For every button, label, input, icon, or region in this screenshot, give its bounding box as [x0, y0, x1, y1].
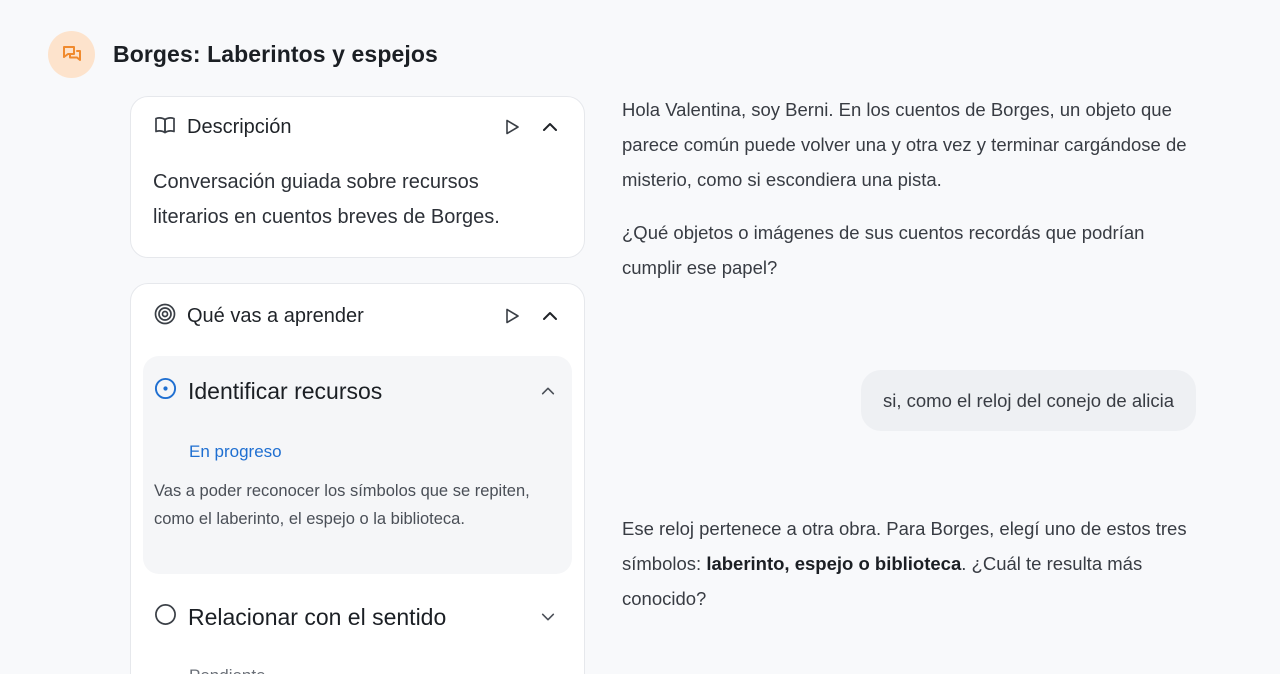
- objective-title: Relacionar con el sentido: [188, 603, 447, 630]
- chat-bubbles-icon: [48, 30, 95, 78]
- objective-description: Vas a poder reconocer los símbolos que s…: [154, 482, 530, 528]
- description-title: Descripción: [187, 115, 292, 138]
- learn-card: Qué vas a aprender Identificar recursos …: [130, 283, 585, 674]
- user-message: si, como el reloj del conejo de alicia: [860, 370, 1196, 431]
- in-progress-circle-icon: [154, 377, 177, 405]
- page-title: Borges: Laberintos y espejos: [113, 40, 438, 67]
- chevron-up-icon: [541, 387, 555, 395]
- expand-objective-button[interactable]: [536, 605, 560, 629]
- status-badge: Pendiente: [189, 666, 266, 674]
- play-description-button[interactable]: [500, 115, 524, 139]
- collapse-description-button[interactable]: [538, 115, 562, 139]
- play-learn-button[interactable]: [500, 304, 524, 328]
- collapse-learn-button[interactable]: [538, 304, 562, 328]
- objective-relacionar-header[interactable]: Relacionar con el sentido: [154, 602, 560, 632]
- chevron-up-icon: [543, 312, 557, 320]
- target-icon: [153, 302, 177, 331]
- pending-circle-icon: [154, 603, 177, 631]
- bot-message-bold: laberinto, espejo o biblioteca: [706, 553, 962, 574]
- learn-title: Qué vas a aprender: [187, 304, 364, 327]
- play-icon: [506, 119, 519, 135]
- learn-header[interactable]: Qué vas a aprender: [153, 302, 562, 330]
- description-card: Descripción Conversación guiada sobre re…: [130, 96, 585, 258]
- page: Borges: Laberintos y espejos Descripción: [0, 0, 1280, 674]
- play-icon: [506, 308, 519, 324]
- bot-message: Ese reloj pertenece a otra obra. Para Bo…: [622, 511, 1202, 616]
- book-open-icon: [153, 113, 177, 142]
- chevron-down-icon: [541, 613, 555, 621]
- objective-identificar-header[interactable]: Identificar recursos: [154, 376, 560, 406]
- status-badge: En progreso: [189, 442, 282, 461]
- objective-title: Identificar recursos: [188, 377, 383, 404]
- bot-message: ¿Qué objetos o imágenes de sus cuentos r…: [622, 222, 1145, 278]
- chevron-up-icon: [543, 123, 557, 131]
- objective-identificar: Identificar recursos En progreso Vas a p…: [143, 356, 572, 574]
- description-header[interactable]: Descripción: [153, 113, 562, 141]
- description-text: Conversación guiada sobre recursos liter…: [153, 171, 500, 228]
- collapse-objective-button[interactable]: [536, 379, 560, 403]
- header: Borges: Laberintos y espejos: [48, 30, 438, 78]
- bot-message: Hola Valentina, soy Berni. En los cuento…: [622, 99, 1187, 190]
